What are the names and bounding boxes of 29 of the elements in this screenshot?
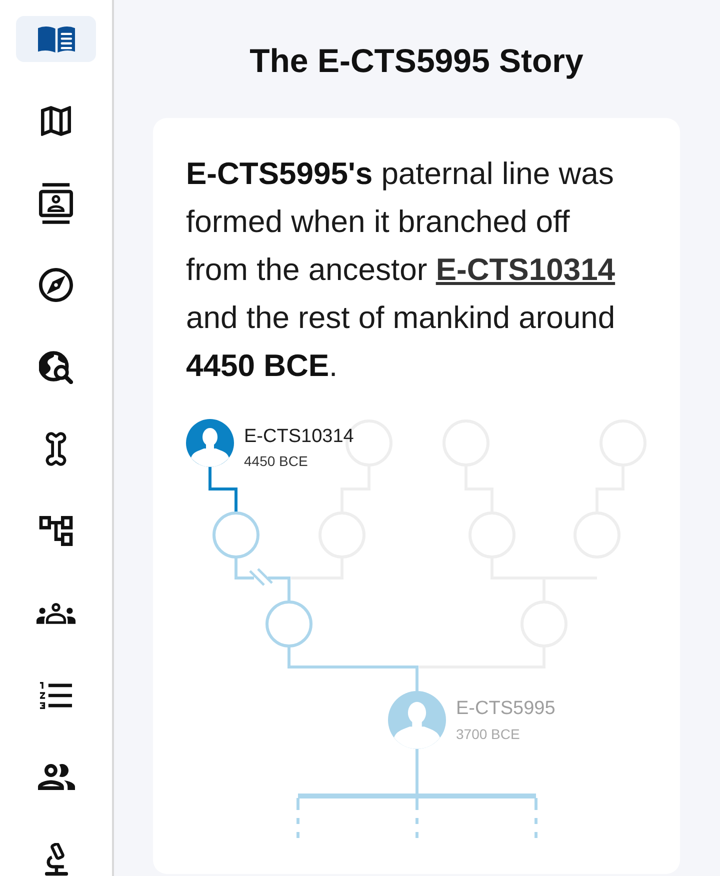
node-date: 4450 BCE xyxy=(244,453,308,469)
descendant-stub xyxy=(416,798,418,838)
microscope-icon xyxy=(44,842,68,876)
break-mark-icon xyxy=(249,568,273,586)
compass-icon xyxy=(39,268,73,302)
descendant-stub xyxy=(296,798,300,838)
person-avatar-icon xyxy=(388,691,446,749)
globe-search-icon xyxy=(39,350,73,384)
node-name: E-CTS5995 xyxy=(456,698,556,719)
story-text: E-CTS5995's paternal line was formed when it branched off from the ancestor E-CTS10314 and the rest of mankind around 4450 BCE. xyxy=(186,155,616,385)
bone-icon xyxy=(45,432,67,466)
numbered-list-icon xyxy=(40,682,72,708)
page-title: The E-CTS5995 Story xyxy=(250,41,584,81)
branch-line xyxy=(208,467,238,513)
descendant-stub xyxy=(534,798,538,838)
node-date: 3700 BCE xyxy=(456,726,520,742)
people-icon xyxy=(38,764,74,790)
map-icon xyxy=(41,106,71,136)
contact-card-icon xyxy=(39,182,73,224)
group-icon xyxy=(36,602,76,624)
node-name: E-CTS10314 xyxy=(244,426,354,447)
branch-line xyxy=(234,557,254,580)
lineage-node xyxy=(266,600,312,648)
hierarchy-icon xyxy=(39,516,73,546)
person-avatar-icon xyxy=(186,419,234,467)
nav-button[interactable] xyxy=(16,16,96,62)
lineage-node xyxy=(212,512,260,558)
book-icon xyxy=(38,26,74,52)
ancestor-link[interactable]: E-CTS10314 xyxy=(436,252,616,287)
